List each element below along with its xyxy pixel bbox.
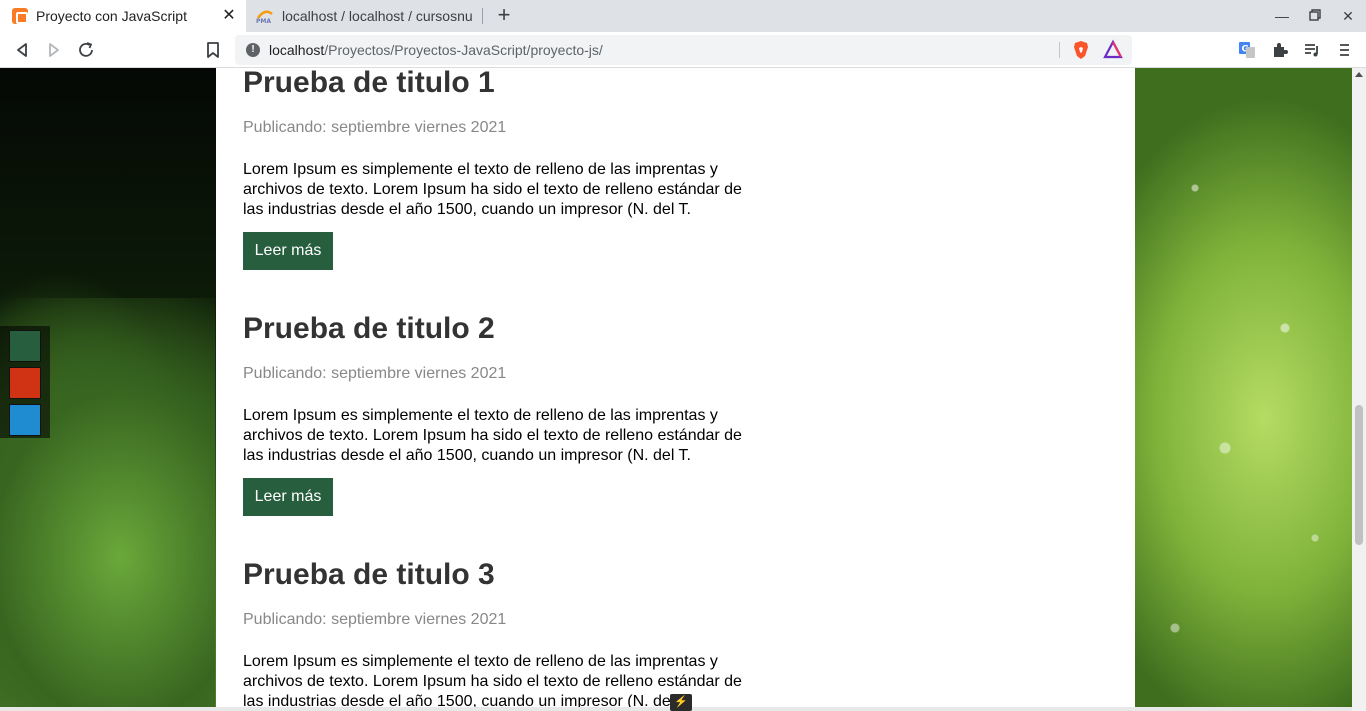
theme-swatch-red[interactable] xyxy=(9,367,41,399)
browser-toolbar: ! localhost/Proyectos/Proyectos-JavaScri… xyxy=(0,32,1366,68)
post-title: Prueba de titulo 3 xyxy=(243,558,495,591)
close-window-button[interactable]: ✕ xyxy=(1334,4,1362,28)
theme-swatch-blue[interactable] xyxy=(9,404,41,436)
tab-phpmyadmin[interactable]: PMA localhost / localhost / cursosnu xyxy=(246,0,482,32)
url-host: localhost xyxy=(269,42,325,58)
minimize-button[interactable]: — xyxy=(1268,4,1296,28)
tab-proyecto[interactable]: Proyecto con JavaScript ✕ xyxy=(0,0,246,32)
url-text[interactable]: localhost/Proyectos/Proyectos-JavaScript… xyxy=(269,42,603,58)
scroll-thumb[interactable] xyxy=(1355,405,1363,545)
lightning-icon[interactable]: ⚡ xyxy=(670,694,692,711)
forward-icon[interactable] xyxy=(42,38,66,62)
brave-shield-icon[interactable] xyxy=(1069,38,1093,62)
post-body: Lorem Ipsum es simplemente el texto de r… xyxy=(243,407,742,464)
post-item: Prueba de titulo 2 Publicando: septiembr… xyxy=(243,314,763,516)
extensions-icon[interactable] xyxy=(1268,38,1292,62)
url-path: /Proyectos/Proyectos-JavaScript/proyecto… xyxy=(324,42,603,58)
url-divider xyxy=(1059,42,1060,58)
post-title: Prueba de titulo 1 xyxy=(243,68,495,99)
svg-text:PMA: PMA xyxy=(256,18,271,24)
tab-title: localhost / localhost / cursosnu xyxy=(282,8,473,24)
bookmark-icon[interactable] xyxy=(201,38,225,62)
theme-swatch-green[interactable] xyxy=(9,330,41,362)
menu-icon[interactable] xyxy=(1332,38,1356,62)
read-more-button[interactable]: Leer más xyxy=(243,478,333,516)
phpmyadmin-icon: PMA xyxy=(256,8,274,25)
page-scrollbar[interactable] xyxy=(1352,68,1366,711)
post-body: Lorem Ipsum es simplemente el texto de r… xyxy=(243,161,742,218)
restore-button[interactable] xyxy=(1301,4,1329,28)
read-more-button[interactable]: Leer más xyxy=(243,232,333,270)
page-viewport: Prueba de titulo 1 Publicando: septiembr… xyxy=(0,68,1366,711)
tab-bar: Proyecto con JavaScript ✕ PMA localhost … xyxy=(0,0,1366,32)
info-icon[interactable]: ! xyxy=(246,43,260,57)
theme-switcher xyxy=(0,326,50,438)
translate-icon[interactable]: G xyxy=(1235,38,1259,62)
close-icon[interactable]: ✕ xyxy=(220,7,238,25)
post-title: Prueba de titulo 2 xyxy=(243,312,495,345)
new-tab-button[interactable]: + xyxy=(492,4,516,28)
address-bar[interactable]: ! localhost/Proyectos/Proyectos-JavaScri… xyxy=(235,35,1132,65)
post-date: Publicando: septiembre viernes 2021 xyxy=(243,611,507,628)
post-date: Publicando: septiembre viernes 2021 xyxy=(243,119,507,136)
scroll-up-arrow[interactable] xyxy=(1355,72,1363,77)
tab-divider xyxy=(482,8,483,24)
reload-icon[interactable] xyxy=(74,38,98,62)
media-control-icon[interactable] xyxy=(1300,38,1324,62)
post-item: Prueba de titulo 3 Publicando: septiembr… xyxy=(243,560,763,711)
post-item: Prueba de titulo 1 Publicando: septiembr… xyxy=(243,68,763,270)
background-leaf-right xyxy=(1135,68,1352,711)
main-content: Prueba de titulo 1 Publicando: septiembr… xyxy=(216,68,1135,711)
brave-rewards-icon[interactable] xyxy=(1101,38,1125,62)
xampp-icon xyxy=(12,8,28,24)
tab-title: Proyecto con JavaScript xyxy=(36,8,187,24)
post-body: Lorem Ipsum es simplemente el texto de r… xyxy=(243,653,742,710)
back-icon[interactable] xyxy=(10,38,34,62)
post-date: Publicando: septiembre viernes 2021 xyxy=(243,365,507,382)
